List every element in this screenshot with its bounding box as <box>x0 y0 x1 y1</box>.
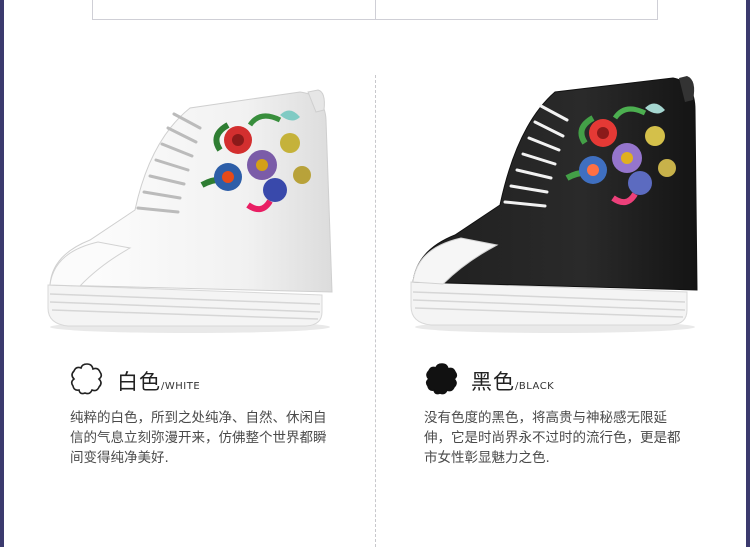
black-description: 没有色度的黑色，将高贵与神秘感无限延伸，它是时尚界永不过时的流行色，更是都市女性… <box>424 410 681 466</box>
flower-filled-icon <box>425 363 458 395</box>
top-box-divider <box>375 0 376 20</box>
white-name-cn: 白色 <box>117 370 161 394</box>
black-sneaker-image <box>410 76 698 333</box>
white-sneaker-image <box>47 89 333 333</box>
black-variant-title: 黑色 /BLACK <box>471 366 554 394</box>
white-name-en: /WHITE <box>161 381 201 392</box>
center-divider <box>375 75 376 547</box>
white-variant-title: 白色 /WHITE <box>117 366 200 394</box>
black-name-en: /BLACK <box>515 381 555 392</box>
flower-outline-icon <box>70 363 103 395</box>
white-description: 纯粹的白色，所到之处纯净、自然、休闲自信的气息立刻弥漫开来，仿佛整个世界都瞬间变… <box>70 410 327 466</box>
black-name-cn: 黑色 <box>471 370 515 394</box>
